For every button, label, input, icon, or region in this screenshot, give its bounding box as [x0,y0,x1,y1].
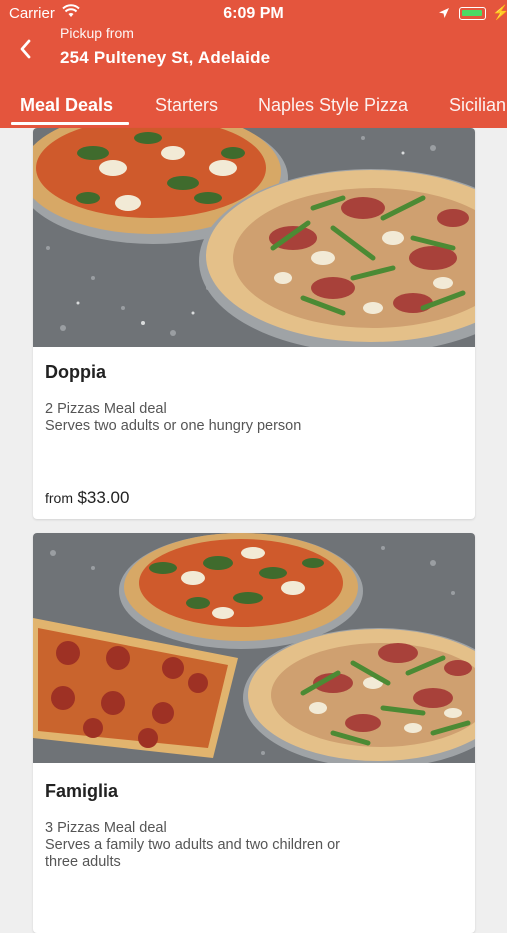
deal-description-line: Serves a family two adults and two child… [45,837,340,870]
deal-title: Doppia [45,362,106,382]
deal-card-famiglia[interactable]: Famiglia 3 Pizzas Meal deal Serves a fam… [33,533,475,933]
deal-description-line: 3 Pizzas Meal deal [45,820,167,836]
active-tab-indicator [11,122,129,125]
back-chevron-icon[interactable] [14,36,40,62]
price-amount: $33.00 [77,488,130,507]
status-bar: Carrier 6:09 PM ⚡ [0,0,507,28]
location-arrow-icon [438,6,450,23]
tab-sicilian[interactable]: Sicilian [449,95,506,116]
charging-bolt-icon: ⚡ [492,4,507,20]
deal-description: 2 Pizzas Meal deal Serves two adults or … [45,401,301,435]
tab-meal-deals[interactable]: Meal Deals [20,95,113,116]
deal-description: 3 Pizzas Meal deal Serves a family two a… [45,820,375,871]
deal-card-doppia[interactable]: Doppia 2 Pizzas Meal deal Serves two adu… [33,128,475,519]
tab-naples-style-pizza[interactable]: Naples Style Pizza [258,95,408,116]
battery-icon [459,7,486,20]
pickup-address[interactable]: 254 Pulteney St, Adelaide [60,48,270,68]
deal-image-famiglia [33,533,475,763]
category-tabs: Meal Deals Starters Naples Style Pizza S… [0,91,507,128]
deal-description-line: 2 Pizzas Meal deal [45,401,167,417]
deal-title: Famiglia [45,781,119,801]
status-time: 6:09 PM [223,5,284,22]
price-prefix: from [45,490,73,506]
deal-price: from $33.00 [45,488,129,508]
pickup-label: Pickup from [60,25,134,41]
app-header: Carrier 6:09 PM ⚡ Pickup from 254 Pulten… [0,0,507,128]
tab-starters[interactable]: Starters [155,95,218,116]
deal-description-line: Serves two adults or one hungry person [45,418,302,434]
deal-image-doppia [33,128,475,347]
